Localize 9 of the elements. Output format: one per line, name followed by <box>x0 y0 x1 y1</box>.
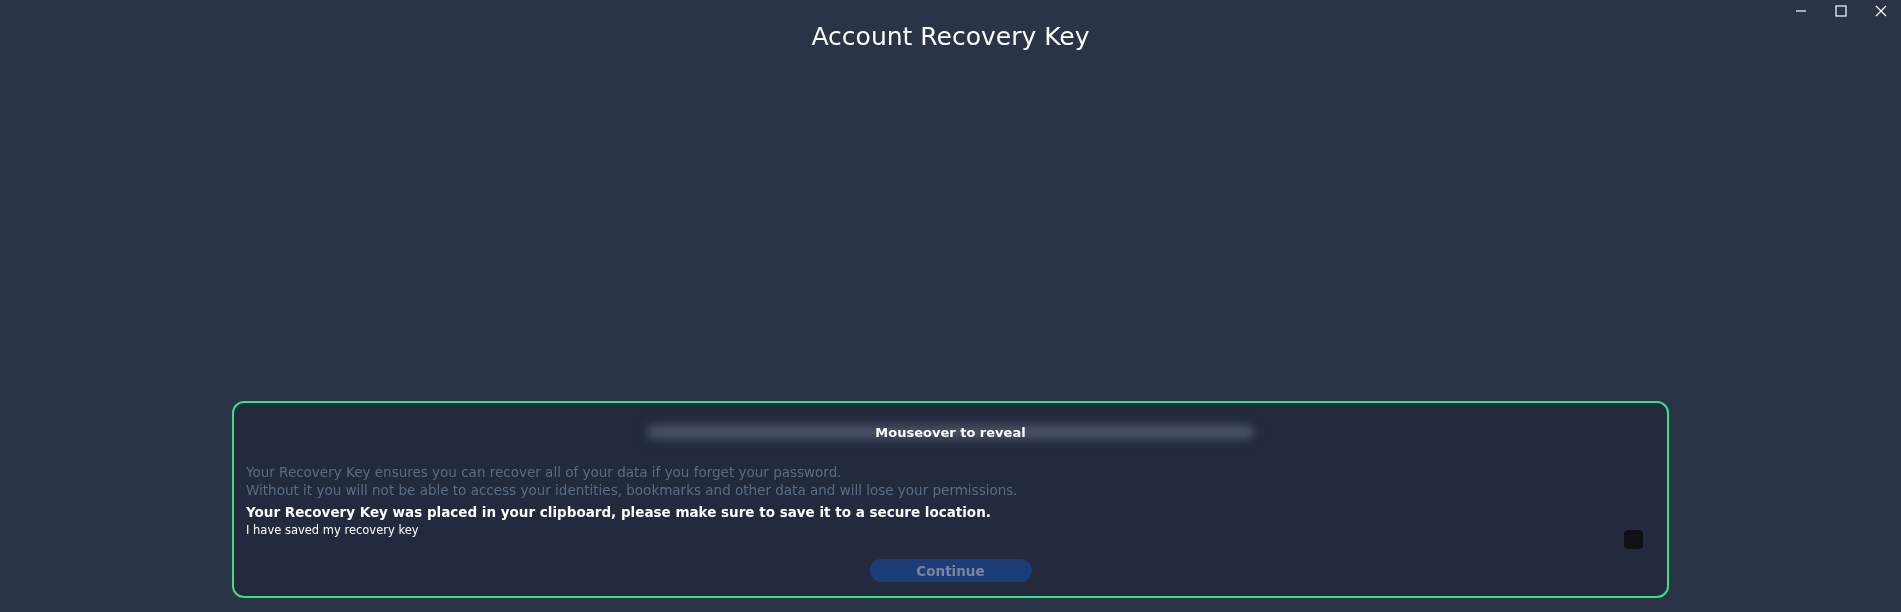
description-text: Without it you will not be able to access your identities, bookmarks and other data and will lose your permissions. <box>246 481 1019 499</box>
close-icon <box>1875 5 1887 17</box>
confirm-label: I have saved my recovery key <box>246 522 419 538</box>
reveal-hint: Mouseover to reveal <box>875 424 1026 440</box>
maximize-icon <box>1835 5 1847 17</box>
confirm-checkbox[interactable] <box>1624 530 1643 549</box>
clipboard-notice: Your Recovery Key was placed in your clipboard, please make sure to save it to a secure location. <box>246 503 992 522</box>
page-title: Account Recovery Key <box>811 21 1090 53</box>
description-text: Your Recovery Key ensures you can recover all of your data if you forget your password. <box>246 463 843 481</box>
